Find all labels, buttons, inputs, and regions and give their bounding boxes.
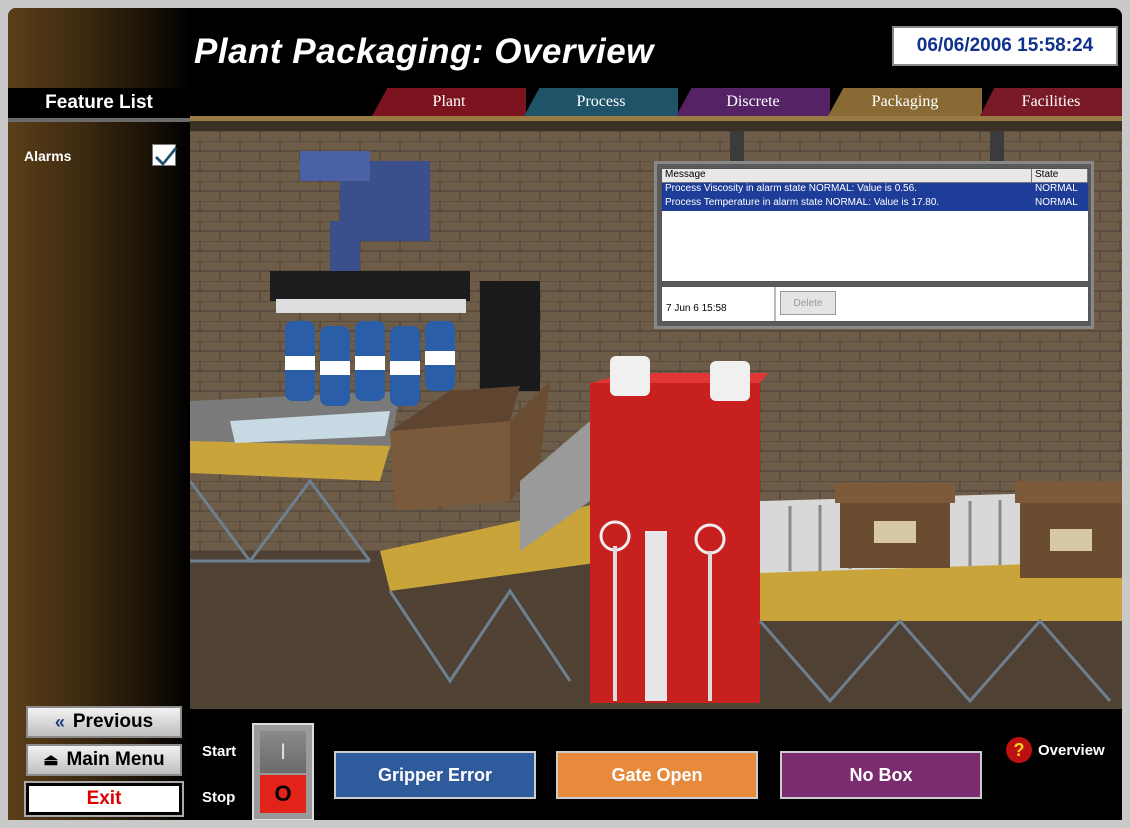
previous-button[interactable]: « Previous xyxy=(26,706,182,738)
alarms-label: Alarms xyxy=(24,148,72,164)
no-box-button[interactable]: No Box xyxy=(780,751,982,799)
tab-process[interactable]: Process xyxy=(524,88,678,116)
eject-icon: ⏏ xyxy=(43,752,59,769)
alarm-list[interactable]: Message State Process Viscosity in alarm… xyxy=(661,168,1089,282)
start-stop-switch[interactable]: I O xyxy=(252,723,314,820)
alarm-footer: 7 Jun 6 15:58 Delete xyxy=(661,286,1089,322)
alarm-state: NORMAL xyxy=(1035,197,1078,208)
gate-open-button[interactable]: Gate Open xyxy=(556,751,758,799)
alarm-row[interactable]: Process Temperature in alarm state NORMA… xyxy=(662,197,1088,211)
delete-button[interactable]: Delete xyxy=(780,291,836,315)
main-menu-button[interactable]: ⏏ Main Menu xyxy=(26,744,182,776)
alarm-message: Process Viscosity in alarm state NORMAL:… xyxy=(665,183,917,194)
sidebar-divider xyxy=(8,118,190,122)
hmi-window: Feature List Alarms « Previous ⏏ Main Me… xyxy=(8,8,1122,820)
overview-label: Overview xyxy=(1038,741,1105,759)
gripper-error-button[interactable]: Gripper Error xyxy=(334,751,536,799)
tab-plant[interactable]: Plant xyxy=(372,88,526,116)
switch-off-position[interactable]: O xyxy=(260,775,306,813)
column-message[interactable]: Message xyxy=(662,169,1032,182)
double-chevron-left-icon: « xyxy=(54,711,65,732)
main-menu-label: Main Menu xyxy=(66,749,165,770)
sidebar: Feature List Alarms « Previous ⏏ Main Me… xyxy=(8,8,190,820)
tab-facilities[interactable]: Facilities xyxy=(980,88,1122,116)
tab-discrete[interactable]: Discrete xyxy=(676,88,830,116)
alarm-list-header: Message State xyxy=(662,169,1088,183)
stop-label: Stop xyxy=(202,789,236,806)
footer-divider xyxy=(774,287,776,321)
feature-alarms-row[interactable]: Alarms xyxy=(24,144,186,168)
alarm-viewer: Message State Process Viscosity in alarm… xyxy=(654,161,1094,329)
alarm-row[interactable]: Process Viscosity in alarm state NORMAL:… xyxy=(662,183,1088,197)
alarm-timestamp: 7 Jun 6 15:58 xyxy=(666,303,727,314)
start-label: Start xyxy=(202,743,237,760)
datetime-display: 06/06/2006 15:58:24 xyxy=(892,26,1118,66)
overview-help-link[interactable]: ? Overview xyxy=(1006,737,1105,763)
alarm-message: Process Temperature in alarm state NORMA… xyxy=(665,197,940,208)
checkmark-icon xyxy=(155,147,177,166)
column-state[interactable]: State xyxy=(1032,169,1088,182)
alarm-state: NORMAL xyxy=(1035,183,1078,194)
help-question-icon: ? xyxy=(1006,737,1032,763)
switch-on-position[interactable]: I xyxy=(260,731,306,773)
tab-packaging[interactable]: Packaging xyxy=(828,88,982,116)
exit-button[interactable]: Exit xyxy=(24,781,184,817)
page-title: Plant Packaging: Overview xyxy=(194,32,654,71)
packaging-line-scene: Message State Process Viscosity in alarm… xyxy=(190,121,1122,709)
previous-label: Previous xyxy=(72,711,154,732)
control-bar: Start Stop I O Gripper Error Gate Open N… xyxy=(190,709,1122,820)
alarms-checkbox[interactable] xyxy=(152,144,177,166)
feature-list-header: Feature List xyxy=(8,88,190,118)
